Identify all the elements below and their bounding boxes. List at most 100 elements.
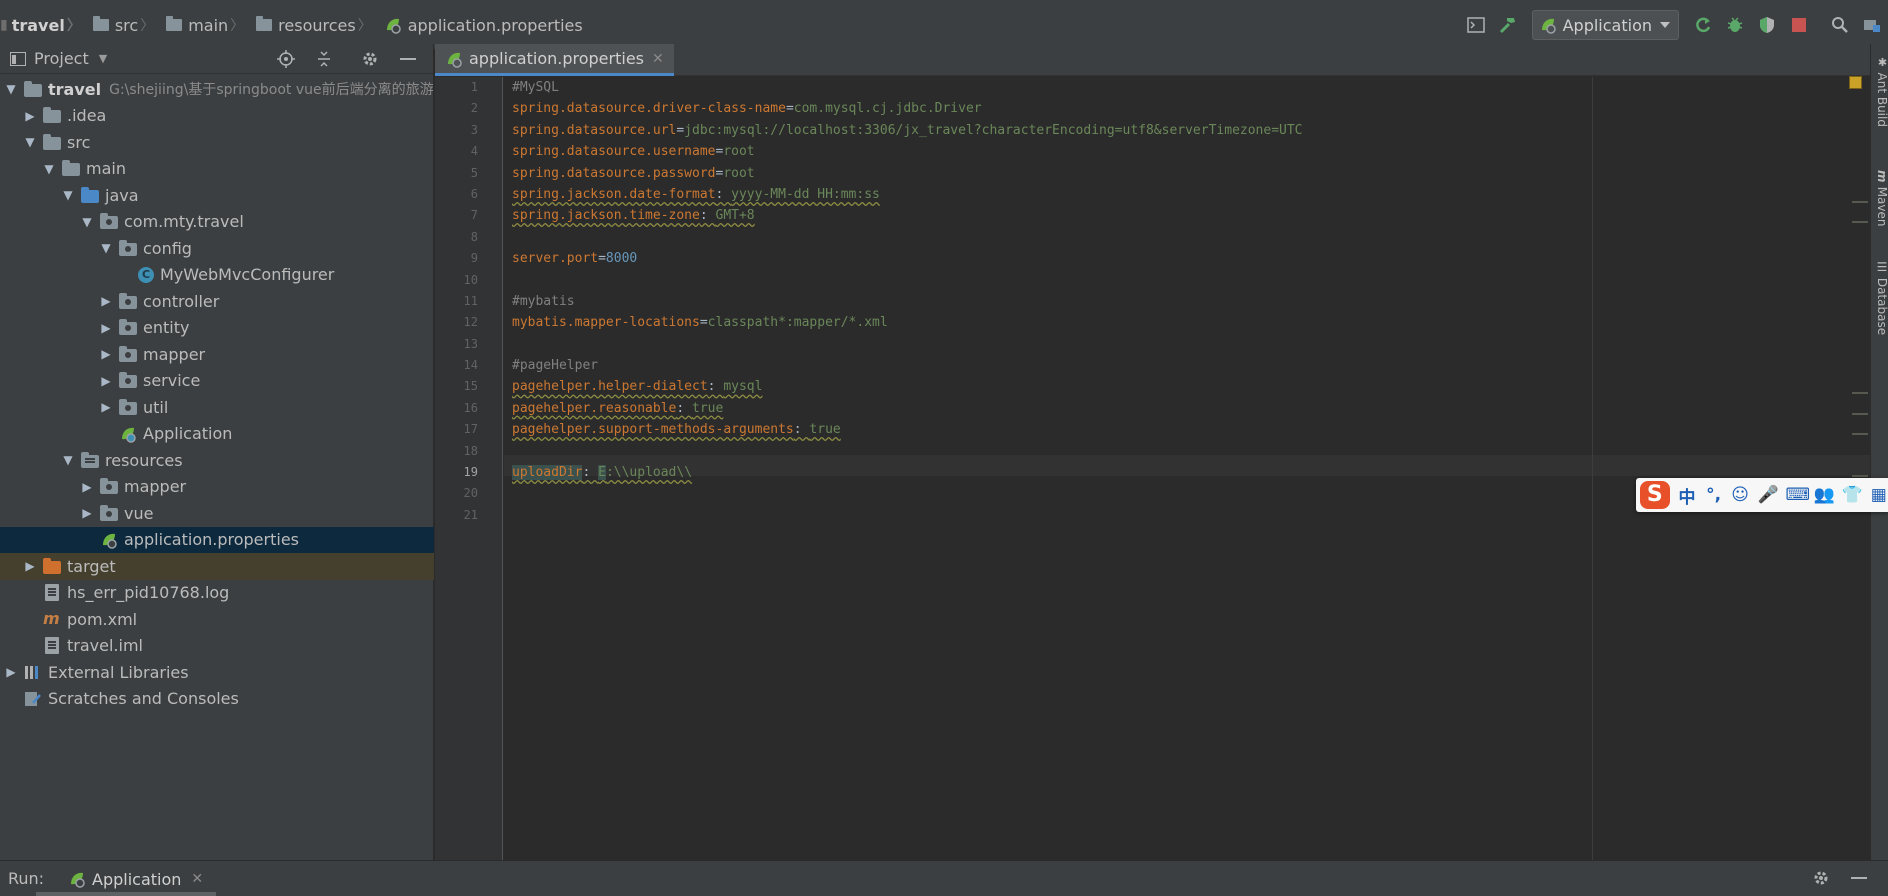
database-tab[interactable]: ☰ Database [1871,256,1888,335]
expand-arrow-right-icon[interactable]: ▶ [80,506,94,520]
package-icon [119,345,137,362]
tree-item-label: travel.iml [67,636,143,656]
breadcrumb-item-main[interactable]: main 〉 [166,15,256,35]
gear-icon[interactable] [1810,867,1832,889]
expand-arrow-right-icon[interactable]: ▶ [99,347,113,361]
tree-item[interactable]: ▶travel.iml [0,633,434,660]
close-run-tab-icon[interactable]: ✕ [191,871,203,887]
project-panel-title[interactable]: Project [34,49,89,68]
close-tab-icon[interactable]: ✕ [652,51,664,67]
tree-item[interactable]: ▶ service [0,368,434,395]
tree-item[interactable]: ▶Application [0,421,434,448]
run-tab-application[interactable]: Application ✕ [62,865,209,893]
tree-item[interactable]: ▼ java [0,182,434,209]
breadcrumb-item-application-properties[interactable]: application.properties [384,16,589,35]
hide-panel-icon[interactable] [1848,867,1870,889]
chevron-down-icon [1660,22,1670,28]
run-configuration-selector[interactable]: Application [1531,10,1679,40]
warning-mark[interactable] [1852,475,1868,477]
ant-build-tab[interactable]: ✱ Ant Build [1871,52,1888,127]
expand-arrow-down-icon[interactable]: ▼ [61,453,75,467]
tree-item[interactable]: ▶hs_err_pid10768.log [0,580,434,607]
code-line: spring.jackson.date-format: yyyy-MM-dd H… [504,184,1870,205]
ime-keyboard-icon[interactable]: ⌨ [1785,485,1810,505]
ime-emoji-icon[interactable]: ☺ [1731,485,1750,505]
expand-arrow-right-icon[interactable]: ▶ [99,400,113,414]
expand-arrow-right-icon[interactable]: ▶ [80,480,94,494]
warning-mark[interactable] [1852,392,1868,394]
tree-item[interactable]: ▶ entity [0,315,434,342]
ime-voice-icon[interactable]: 🎤 [1757,485,1778,505]
expand-arrow-down-icon[interactable]: ▼ [99,241,113,255]
tree-item[interactable]: ▶ vue [0,500,434,527]
tree-item[interactable]: ▶application.properties [0,526,434,553]
ime-toolbox-icon[interactable]: ▦ [1869,485,1888,505]
run-with-coverage-icon[interactable] [1756,14,1778,36]
expand-arrow-down-icon[interactable]: ▼ [4,82,18,96]
expand-arrow-right-icon[interactable]: ▶ [99,294,113,308]
code-line: pagehelper.helper-dialect: mysql [504,376,1870,397]
view-mode-dropdown-icon[interactable]: ▼ [99,52,107,65]
debug-bug-icon[interactable] [1724,14,1746,36]
hide-panel-icon[interactable] [397,48,419,70]
breadcrumb-item-resources[interactable]: resources 〉 [256,15,384,35]
line-number: 18 [463,443,478,458]
project-structure-icon[interactable] [1861,14,1883,36]
ime-chinese-mode[interactable]: 中 [1678,483,1697,508]
run-label: Run: [8,869,45,888]
gear-icon[interactable] [359,48,381,70]
warning-mark[interactable] [1852,413,1868,415]
tree-item[interactable]: ▶ mapper [0,341,434,368]
breadcrumb-item-src[interactable]: src 〉 [92,15,166,35]
build-hammer-icon[interactable] [1497,14,1519,36]
expand-arrow-down-icon[interactable]: ▼ [42,162,56,176]
tree-item[interactable]: ▶ mapper [0,474,434,501]
navigation-bar: ▮ travel 〉 src 〉 main 〉 resources 〉 appl… [0,0,1888,50]
tree-item[interactable]: ▶ .idea [0,103,434,130]
tree-item[interactable]: ▼ resources [0,447,434,474]
expand-arrow-down-icon[interactable]: ▼ [61,188,75,202]
tree-item[interactable]: ▼ src [0,129,434,156]
tree-item[interactable]: ▶ target [0,553,434,580]
breadcrumb-item-travel[interactable]: ▮ travel 〉 [0,15,93,35]
warning-mark[interactable] [1852,221,1868,223]
maven-tab[interactable]: m Maven [1871,166,1888,226]
expand-arrow-down-icon[interactable]: ▼ [23,135,37,149]
warning-mark[interactable] [1852,433,1868,435]
stop-icon[interactable] [1788,14,1810,36]
expand-arrow-right-icon[interactable]: ▶ [23,559,37,573]
tab-application-properties[interactable]: application.properties ✕ [435,44,674,76]
expand-arrow-right-icon[interactable]: ▶ [99,374,113,388]
code-token: : [707,379,724,395]
code-token: : [676,400,693,416]
collapse-all-icon[interactable] [313,48,335,70]
warning-mark[interactable] [1852,201,1868,203]
inspection-warning-icon[interactable] [1849,76,1862,89]
search-icon[interactable] [1829,14,1851,36]
tree-item-label: src [67,132,91,152]
tree-item[interactable]: ▶ util [0,394,434,421]
sogou-logo[interactable]: S [1640,481,1670,509]
tree-item[interactable]: ▼ com.mty.travel [0,209,434,236]
expand-arrow-right-icon[interactable]: ▶ [23,109,37,123]
tree-item[interactable]: ▼ main [0,156,434,183]
ime-users-icon[interactable]: 👥 [1813,485,1834,505]
locate-crosshair-icon[interactable] [275,48,297,70]
tree-item[interactable]: ▶ External Libraries [0,659,434,686]
code-editor[interactable]: #MySQL spring.datasource.driver-class-nam… [504,77,1870,860]
tree-item[interactable]: ▶Scratches and Consoles [0,686,434,713]
terminal-icon[interactable] [1465,14,1487,36]
ime-punctuation[interactable]: °, [1704,485,1723,505]
tree-item[interactable]: ▼ config [0,235,434,262]
tree-item[interactable]: ▶CMyWebMvcConfigurer [0,262,434,289]
tree-item[interactable]: ▼ travel G:\shejiing\基于springboot vue前后端分离… [0,76,434,103]
code-token: E [598,465,606,481]
expand-arrow-right-icon[interactable]: ▶ [4,665,18,679]
rerun-icon[interactable] [1692,14,1714,36]
tree-item[interactable]: ▶mpom.xml [0,606,434,633]
ime-skin-icon[interactable]: 👕 [1841,485,1862,505]
expand-arrow-right-icon[interactable]: ▶ [99,321,113,335]
error-stripe[interactable] [1848,77,1870,860]
expand-arrow-down-icon[interactable]: ▼ [80,215,94,229]
tree-item[interactable]: ▶ controller [0,288,434,315]
